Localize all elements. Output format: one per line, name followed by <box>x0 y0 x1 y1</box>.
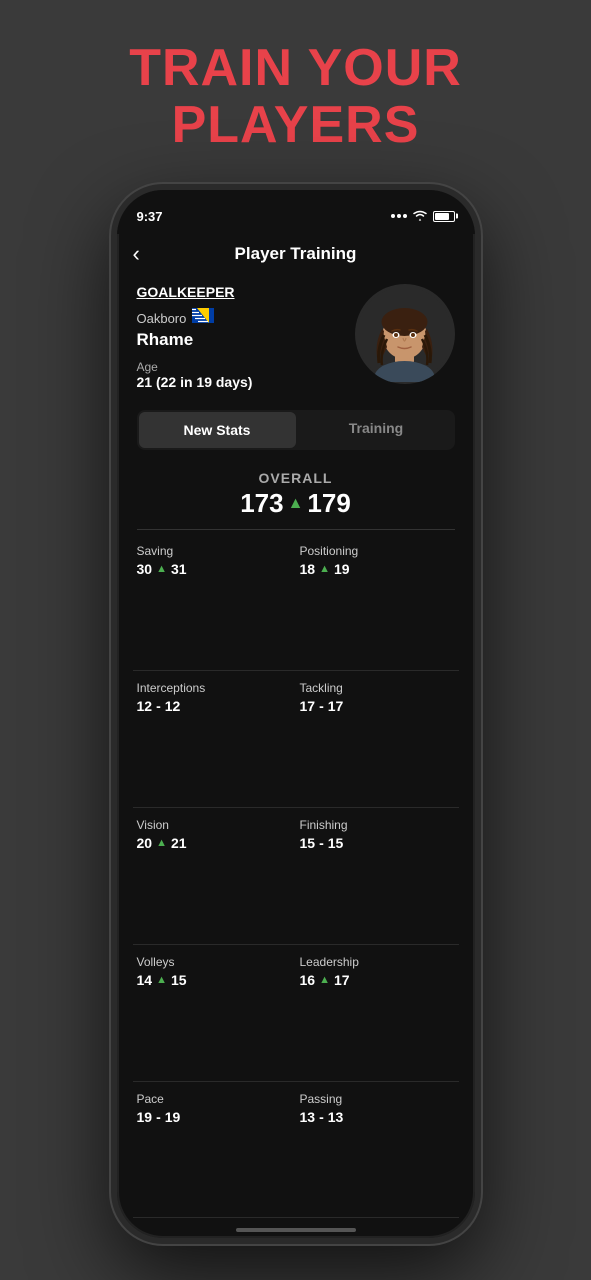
stat-cell-pace: Pace 19-19 <box>133 1082 296 1219</box>
stat-dash-icon: - <box>156 698 161 714</box>
stat-name: Passing <box>300 1092 455 1106</box>
signal-dots-icon <box>391 214 407 218</box>
stat-cell-finishing: Finishing 15-15 <box>296 808 459 945</box>
stat-values: 16▲ 17 <box>300 972 455 988</box>
stat-dash-icon: - <box>156 1109 161 1125</box>
player-position: GOALKEEPER <box>137 284 345 300</box>
stat-values: 14▲ 15 <box>137 972 292 988</box>
home-bar <box>236 1228 356 1232</box>
overall-divider <box>137 529 455 530</box>
stat-new-value: 17 <box>334 972 350 988</box>
stat-old-value: 17 <box>300 698 316 714</box>
stat-new-value: 13 <box>328 1109 344 1125</box>
stat-values: 20▲ 21 <box>137 835 292 851</box>
stat-old-value: 30 <box>137 561 153 577</box>
overall-new-value: 179 <box>307 488 350 519</box>
stat-dash-icon: - <box>319 1109 324 1125</box>
battery-icon <box>433 211 455 222</box>
stat-cell-tackling: Tackling 17-17 <box>296 671 459 808</box>
player-age-label: Age <box>137 360 345 374</box>
stat-up-arrow-icon: ▲ <box>156 837 167 849</box>
player-club: Oakboro <box>137 311 187 326</box>
stat-old-value: 19 <box>137 1109 153 1125</box>
stat-new-value: 21 <box>171 835 187 851</box>
phone-content: ‹ Player Training GOALKEEPER Oakboro <box>117 234 475 1238</box>
stat-old-value: 18 <box>300 561 316 577</box>
stat-old-value: 14 <box>137 972 153 988</box>
stat-name: Interceptions <box>137 681 292 695</box>
stat-name: Vision <box>137 818 292 832</box>
back-button[interactable]: ‹ <box>133 241 140 267</box>
stat-old-value: 15 <box>300 835 316 851</box>
player-details: GOALKEEPER Oakboro <box>137 284 345 390</box>
stat-values: 15-15 <box>300 835 455 851</box>
stat-name: Positioning <box>300 544 455 558</box>
status-icons <box>391 209 455 224</box>
stat-up-arrow-icon: ▲ <box>319 563 330 575</box>
stat-old-value: 12 <box>137 698 153 714</box>
stat-name: Leadership <box>300 955 455 969</box>
headline: TRAIN YOUR PLAYERS <box>129 40 462 154</box>
overall-section: OVERALL 173 ▲ 179 <box>117 462 475 529</box>
headline-line2: PLAYERS <box>129 97 462 154</box>
player-avatar <box>355 284 455 384</box>
stat-values: 18▲ 19 <box>300 561 455 577</box>
stat-new-value: 12 <box>165 698 181 714</box>
stat-values: 17-17 <box>300 698 455 714</box>
stat-up-arrow-icon: ▲ <box>156 974 167 986</box>
tab-bar: New Stats Training <box>137 410 455 450</box>
overall-old-value: 173 <box>240 488 283 519</box>
stat-values: 30▲ 31 <box>137 561 292 577</box>
stat-new-value: 19 <box>334 561 350 577</box>
status-time: 9:37 <box>137 209 163 224</box>
stat-up-arrow-icon: ▲ <box>319 974 330 986</box>
flag-icon <box>192 308 214 328</box>
tab-new-stats[interactable]: New Stats <box>139 412 296 448</box>
stat-name: Pace <box>137 1092 292 1106</box>
player-club-row: Oakboro <box>137 308 345 328</box>
stat-cell-leadership: Leadership 16▲ 17 <box>296 945 459 1082</box>
home-indicator <box>117 1218 475 1238</box>
stat-values: 19-19 <box>137 1109 292 1125</box>
stat-cell-saving: Saving 30▲ 31 <box>133 534 296 671</box>
stat-cell-volleys: Volleys 14▲ 15 <box>133 945 296 1082</box>
overall-values: 173 ▲ 179 <box>117 488 475 519</box>
stat-cell-vision: Vision 20▲ 21 <box>133 808 296 945</box>
status-bar: 9:37 <box>117 190 475 234</box>
overall-label: OVERALL <box>117 470 475 486</box>
stat-new-value: 15 <box>171 972 187 988</box>
stat-name: Volleys <box>137 955 292 969</box>
stat-old-value: 16 <box>300 972 316 988</box>
stat-cell-interceptions: Interceptions 12-12 <box>133 671 296 808</box>
stat-name: Finishing <box>300 818 455 832</box>
stat-cell-passing: Passing 13-13 <box>296 1082 459 1219</box>
stats-grid: Saving30▲31Positioning18▲19Interceptions… <box>117 534 475 1218</box>
phone-shell: 9:37 ‹ Player Training <box>111 184 481 1244</box>
stat-cell-positioning: Positioning 18▲ 19 <box>296 534 459 671</box>
player-age-value: 21 (22 in 19 days) <box>137 374 345 390</box>
stat-values: 12-12 <box>137 698 292 714</box>
stat-dash-icon: - <box>319 835 324 851</box>
stat-new-value: 17 <box>328 698 344 714</box>
stat-name: Tackling <box>300 681 455 695</box>
player-info-section: GOALKEEPER Oakboro <box>117 274 475 402</box>
stat-values: 13-13 <box>300 1109 455 1125</box>
stat-old-value: 20 <box>137 835 153 851</box>
tab-training[interactable]: Training <box>298 410 455 450</box>
stat-name: Saving <box>137 544 292 558</box>
stat-new-value: 19 <box>165 1109 181 1125</box>
stat-up-arrow-icon: ▲ <box>156 563 167 575</box>
stat-new-value: 31 <box>171 561 187 577</box>
page-title: Player Training <box>235 244 357 264</box>
nav-header: ‹ Player Training <box>117 234 475 274</box>
headline-line1: TRAIN YOUR <box>129 40 462 97</box>
overall-up-arrow-icon: ▲ <box>288 495 304 513</box>
player-name: Rhame <box>137 330 345 350</box>
wifi-icon <box>412 209 428 224</box>
stat-new-value: 15 <box>328 835 344 851</box>
stat-old-value: 13 <box>300 1109 316 1125</box>
stat-dash-icon: - <box>319 698 324 714</box>
